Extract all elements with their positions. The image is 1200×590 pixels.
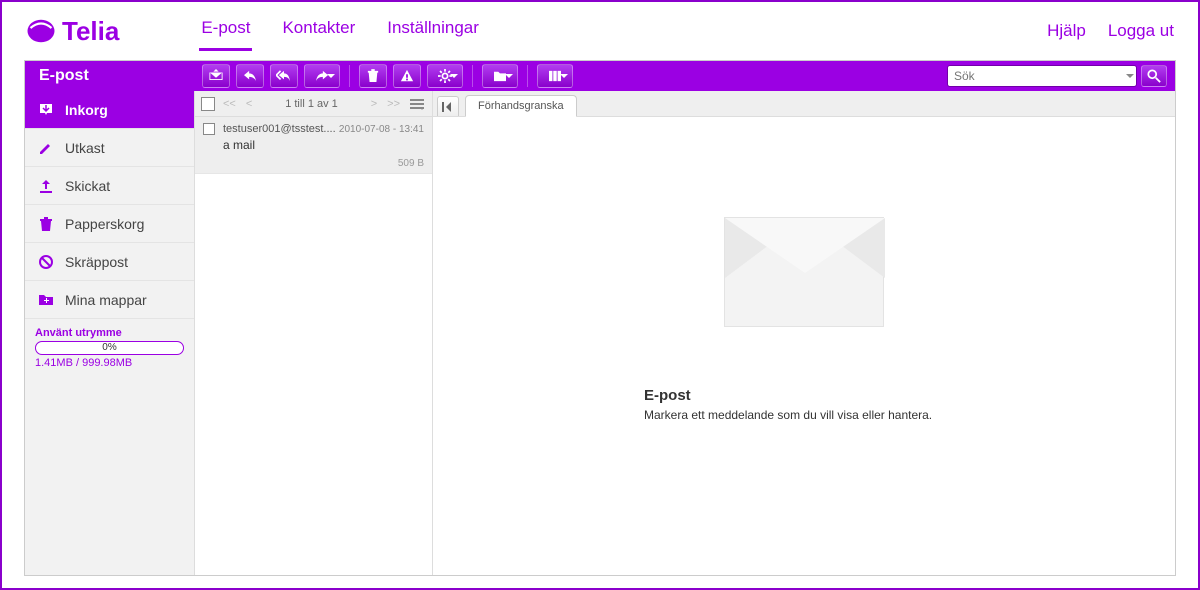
search-scope-dropdown[interactable] (1123, 65, 1137, 87)
forward-icon (315, 70, 329, 82)
message-size: 509 B (203, 152, 424, 169)
folder-my-folders[interactable]: Mina mappar (25, 281, 194, 319)
settings-button[interactable] (427, 64, 463, 88)
brand-name: Telia (62, 16, 119, 47)
page-next[interactable]: > (369, 98, 379, 110)
folder-drafts[interactable]: Utkast (25, 129, 194, 167)
page-last[interactable]: >> (385, 98, 402, 110)
gear-icon (438, 69, 452, 83)
preview-empty-state: E-post Markera ett meddelande som du vil… (433, 117, 1175, 575)
tab-preview[interactable]: Förhandsgranska (465, 95, 577, 117)
app-body: Inkorg Utkast Skickat Papperskorg Skräpp… (25, 91, 1175, 575)
trash-icon (367, 69, 379, 83)
folder-label: Papperskorg (65, 216, 144, 232)
reply-icon (243, 70, 257, 82)
search-icon (1147, 69, 1161, 83)
app-title: E-post (25, 67, 195, 85)
app-toolbar: E-post (25, 61, 1175, 91)
warning-icon (400, 69, 414, 83)
empty-body: Markera ett meddelande som du vill visa … (644, 408, 964, 422)
page-prev[interactable]: < (244, 98, 254, 110)
list-options-icon[interactable] (408, 98, 426, 110)
message-from: testuser001@tsstest.... (223, 123, 336, 135)
message-row[interactable]: testuser001@tsstest.... 2010-07-08 - 13:… (195, 117, 432, 174)
telia-pebble-icon (26, 16, 56, 46)
brand-logo: Telia (26, 16, 119, 47)
folder-label: Inkorg (65, 102, 108, 118)
storage-label: Använt utrymme (35, 327, 184, 339)
select-all-checkbox[interactable] (201, 97, 215, 111)
folder-spam[interactable]: Skräppost (25, 243, 194, 281)
link-help[interactable]: Hjälp (1047, 21, 1086, 41)
layout-button[interactable] (537, 64, 573, 88)
page-first[interactable]: << (221, 98, 238, 110)
search-box (947, 65, 1175, 87)
preview-tabs: Förhandsgranska (433, 91, 1175, 117)
envelope-icon (724, 217, 884, 327)
folder-label: Skräppost (65, 254, 128, 270)
message-checkbox[interactable] (203, 123, 215, 135)
preview-pane: Förhandsgranska E-post Markera ett medde… (433, 91, 1175, 575)
nav-contacts[interactable]: Kontakter (280, 12, 357, 51)
primary-nav: E-post Kontakter Inställningar (199, 12, 481, 51)
spam-button[interactable] (393, 64, 421, 88)
sent-icon (37, 177, 55, 195)
folder-sent[interactable]: Skickat (25, 167, 194, 205)
inbox-icon (37, 101, 55, 119)
folder-move-icon (493, 70, 507, 82)
search-input[interactable] (947, 65, 1137, 87)
search-button[interactable] (1141, 65, 1167, 87)
empty-title: E-post (644, 387, 964, 404)
top-bar: Telia E-post Kontakter Inställningar Hjä… (2, 2, 1198, 54)
message-list-header: << < 1 till 1 av 1 > >> (195, 91, 432, 117)
nav-settings[interactable]: Inställningar (385, 12, 481, 51)
columns-icon (548, 70, 562, 82)
folder-trash[interactable]: Papperskorg (25, 205, 194, 243)
compose-icon (209, 69, 223, 83)
move-to-folder-button[interactable] (482, 64, 518, 88)
folder-label: Utkast (65, 140, 105, 156)
folder-label: Skickat (65, 178, 110, 194)
link-logout[interactable]: Logga ut (1108, 21, 1174, 41)
folder-sidebar: Inkorg Utkast Skickat Papperskorg Skräpp… (25, 91, 195, 575)
storage-meter: Använt utrymme 0% 1.41MB / 999.98MB (25, 319, 194, 377)
reply-button[interactable] (236, 64, 264, 88)
message-subject: a mail (203, 135, 424, 152)
top-links: Hjälp Logga ut (1047, 21, 1174, 41)
trash-folder-icon (37, 215, 55, 233)
page-status: 1 till 1 av 1 (260, 98, 362, 110)
folder-label: Mina mappar (65, 292, 147, 308)
storage-bar: 0% (35, 341, 184, 355)
collapse-preview-button[interactable] (437, 96, 459, 116)
collapse-icon (442, 102, 454, 112)
spam-folder-icon (37, 253, 55, 271)
my-folders-icon (37, 291, 55, 309)
message-list-pane: << < 1 till 1 av 1 > >> testuser001@tsst… (195, 91, 433, 575)
storage-detail: 1.41MB / 999.98MB (35, 357, 184, 369)
drafts-icon (37, 139, 55, 157)
nav-email[interactable]: E-post (199, 12, 252, 51)
compose-button[interactable] (202, 64, 230, 88)
reply-all-icon (276, 70, 292, 82)
folder-inbox[interactable]: Inkorg (25, 91, 194, 129)
delete-button[interactable] (359, 64, 387, 88)
message-date: 2010-07-08 - 13:41 (339, 124, 424, 135)
forward-button[interactable] (304, 64, 340, 88)
app-container: E-post (24, 60, 1176, 576)
reply-all-button[interactable] (270, 64, 298, 88)
